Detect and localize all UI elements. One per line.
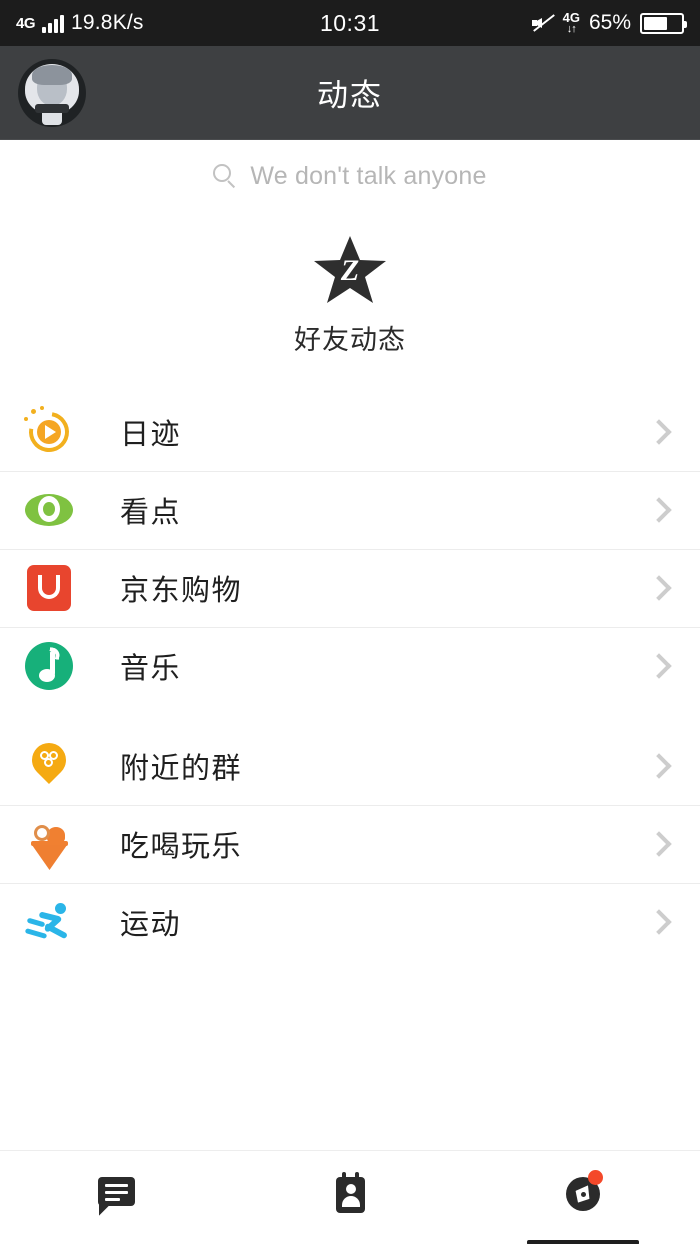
music-icon: [22, 639, 76, 693]
chevron-right-icon: [646, 653, 672, 679]
list-group-divider: [0, 705, 700, 727]
jd-shopping-icon: [22, 561, 76, 615]
search-input[interactable]: We don't talk anyone: [250, 162, 486, 191]
bottom-nav: [0, 1150, 700, 1244]
data-arrows-glyph: ↓↑: [566, 23, 577, 35]
chevron-right-icon: [646, 753, 672, 779]
friend-feed-label: 好友动态: [294, 325, 406, 355]
list-item-nearby-group[interactable]: 附近的群: [0, 727, 700, 805]
list-item-label: 日迹: [120, 419, 182, 451]
kandian-eye-icon: [22, 483, 76, 537]
search-icon: [213, 163, 238, 189]
app-screen: 4G 19.8K/s 10:31 4G ↓↑ 65% 动态 We don't t…: [0, 0, 700, 1244]
message-icon: [94, 1171, 140, 1217]
title-bar: 动态: [0, 46, 700, 140]
status-bar: 4G 19.8K/s 10:31 4G ↓↑ 65%: [0, 0, 700, 46]
mute-icon: [531, 13, 555, 33]
search-bar[interactable]: We don't talk anyone: [0, 140, 700, 212]
list-item-label: 运动: [120, 909, 182, 941]
list-item-label: 吃喝玩乐: [120, 831, 243, 863]
battery-percent-label: 65%: [588, 11, 631, 34]
network-type-label: 4G: [16, 14, 36, 32]
list-item-label: 附近的群: [120, 753, 243, 785]
avatar[interactable]: [18, 58, 86, 127]
status-badge: [588, 1170, 604, 1185]
contacts-icon: [327, 1171, 373, 1217]
list-item-jd-shopping[interactable]: 京东购物: [0, 549, 700, 627]
list-item-sport[interactable]: 运动: [0, 883, 700, 961]
food-fun-icon: [22, 817, 76, 871]
nav-item-discover[interactable]: [467, 1151, 700, 1244]
battery-icon: [640, 12, 687, 34]
list-item-label: 音乐: [120, 653, 182, 685]
list-item-label: 看点: [120, 497, 182, 529]
compass-discover-icon: [560, 1170, 606, 1217]
signal-bars-icon: [42, 14, 65, 33]
sport-runner-icon: [22, 895, 76, 949]
chevron-right-icon: [646, 419, 672, 445]
chevron-right-icon: [646, 575, 672, 601]
list-group-secondary: 附近的群 吃喝玩乐 运动: [0, 727, 700, 961]
data-transfer-icon: 4G ↓↑: [563, 11, 580, 35]
network-speed-label: 19.8K/s: [71, 11, 144, 34]
qzone-star-icon: Z: [312, 234, 388, 306]
page-title: 动态: [317, 78, 383, 113]
list-item-kandian[interactable]: 看点: [0, 471, 700, 549]
nav-item-contacts[interactable]: [233, 1151, 466, 1244]
chevron-right-icon: [646, 831, 672, 857]
active-tab-indicator: [527, 1240, 640, 1244]
status-bar-right: 4G ↓↑ 65%: [531, 11, 687, 35]
list-item-rili[interactable]: 日迹: [0, 393, 700, 471]
chevron-right-icon: [646, 909, 672, 935]
rili-icon: [21, 404, 77, 460]
list-item-label: 京东购物: [120, 575, 243, 607]
list-item-music[interactable]: 音乐: [0, 627, 700, 705]
nav-item-messages[interactable]: [0, 1151, 233, 1244]
status-bar-left: 4G 19.8K/s: [16, 11, 144, 35]
list-group-primary: 日迹 看点 京东购物 音乐: [0, 393, 700, 705]
list-item-food-fun[interactable]: 吃喝玩乐: [0, 805, 700, 883]
qzone-z-glyph: Z: [340, 254, 360, 287]
chevron-right-icon: [646, 497, 672, 523]
friend-feed-entry[interactable]: Z 好友动态: [0, 212, 700, 393]
nearby-group-pin-icon: [22, 735, 76, 793]
